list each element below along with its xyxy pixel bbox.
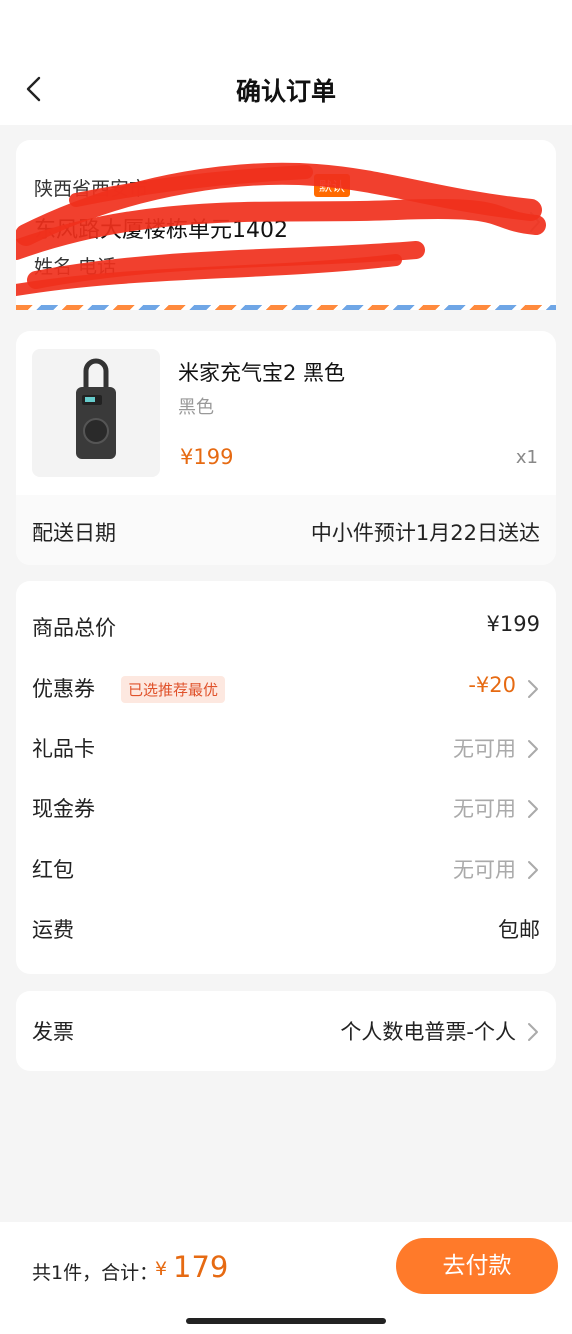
- redpacket-row[interactable]: 红包 无可用: [16, 839, 556, 899]
- address-contact: 姓名 电话: [34, 256, 117, 278]
- coupon-row[interactable]: 优惠券 已选推荐最优 -¥20: [16, 658, 556, 718]
- pay-button[interactable]: 去付款: [396, 1238, 558, 1294]
- total-label: 共1件，合计：: [32, 1262, 159, 1284]
- shipping-row: 运费 包邮: [16, 899, 556, 959]
- total-currency: ¥: [155, 1258, 168, 1280]
- product-image[interactable]: [32, 349, 160, 477]
- cashcoupon-row[interactable]: 现金券 无可用: [16, 778, 556, 838]
- home-indicator: [186, 1318, 386, 1324]
- page-title: 确认订单: [235, 77, 336, 106]
- address-envelope-stripe: [16, 305, 556, 310]
- product-variant: 黑色: [178, 397, 214, 418]
- chevron-right-icon: [528, 1023, 538, 1041]
- invoice-card[interactable]: 发票 个人数电普票-个人: [16, 991, 556, 1071]
- shipping-label: 运费: [32, 918, 74, 942]
- total-amount: 179: [173, 1250, 229, 1284]
- delivery-date-row: 配送日期 中小件预计1月22日送达: [16, 495, 556, 565]
- invoice-row[interactable]: 发票 个人数电普票-个人: [16, 1001, 556, 1061]
- invoice-label: 发票: [32, 1020, 74, 1044]
- product-quantity: x1: [515, 447, 538, 468]
- giftcard-label: 礼品卡: [32, 737, 95, 761]
- giftcard-value: 无可用: [453, 737, 516, 761]
- air-pump-icon: [76, 358, 116, 459]
- address-region: 陕西省西安市: [34, 178, 149, 200]
- giftcard-row[interactable]: 礼品卡 无可用: [16, 718, 556, 778]
- address-detail: 东风路大厦楼栋单元1402: [34, 218, 288, 243]
- delivery-value: 中小件预计1月22日送达: [310, 521, 540, 545]
- chevron-right-icon: [528, 680, 538, 698]
- header-bar: 确认订单: [0, 0, 572, 125]
- coupon-label: 优惠券: [32, 677, 95, 701]
- price-breakdown-card: 商品总价 ¥199 优惠券 已选推荐最优 -¥20 礼品卡 无可用 现金券 无可…: [16, 581, 556, 974]
- chevron-right-icon: [530, 212, 540, 232]
- redpacket-label: 红包: [32, 858, 74, 882]
- invoice-value: 个人数电普票-个人: [340, 1020, 516, 1044]
- chevron-right-icon: [528, 800, 538, 818]
- chevron-right-icon: [528, 861, 538, 879]
- subtotal-row: 商品总价 ¥199: [16, 597, 556, 657]
- product-name: 米家充气宝2 黑色: [178, 361, 346, 385]
- delivery-label: 配送日期: [32, 521, 116, 545]
- address-card[interactable]: 陕西省西安市 默认 东风路大厦楼栋单元1402 姓名 电话: [16, 140, 556, 310]
- coupon-recommend-tag: 已选推荐最优: [121, 676, 226, 703]
- product-price: ¥199: [180, 445, 234, 469]
- product-card: 米家充气宝2 黑色 黑色 ¥199 x1 配送日期 中小件预计1月22日送达: [16, 331, 556, 565]
- subtotal-value: ¥199: [486, 612, 540, 636]
- default-address-tag: 默认: [314, 174, 351, 197]
- cashcoupon-value: 无可用: [453, 797, 516, 821]
- cashcoupon-label: 现金券: [32, 797, 95, 821]
- shipping-value: 包邮: [498, 918, 540, 942]
- subtotal-label: 商品总价: [32, 616, 116, 640]
- checkout-bar: 共1件，合计： ¥ 179 去付款: [0, 1222, 572, 1334]
- redpacket-value: 无可用: [453, 858, 516, 882]
- chevron-right-icon: [528, 740, 538, 758]
- coupon-value: -¥20: [468, 673, 516, 697]
